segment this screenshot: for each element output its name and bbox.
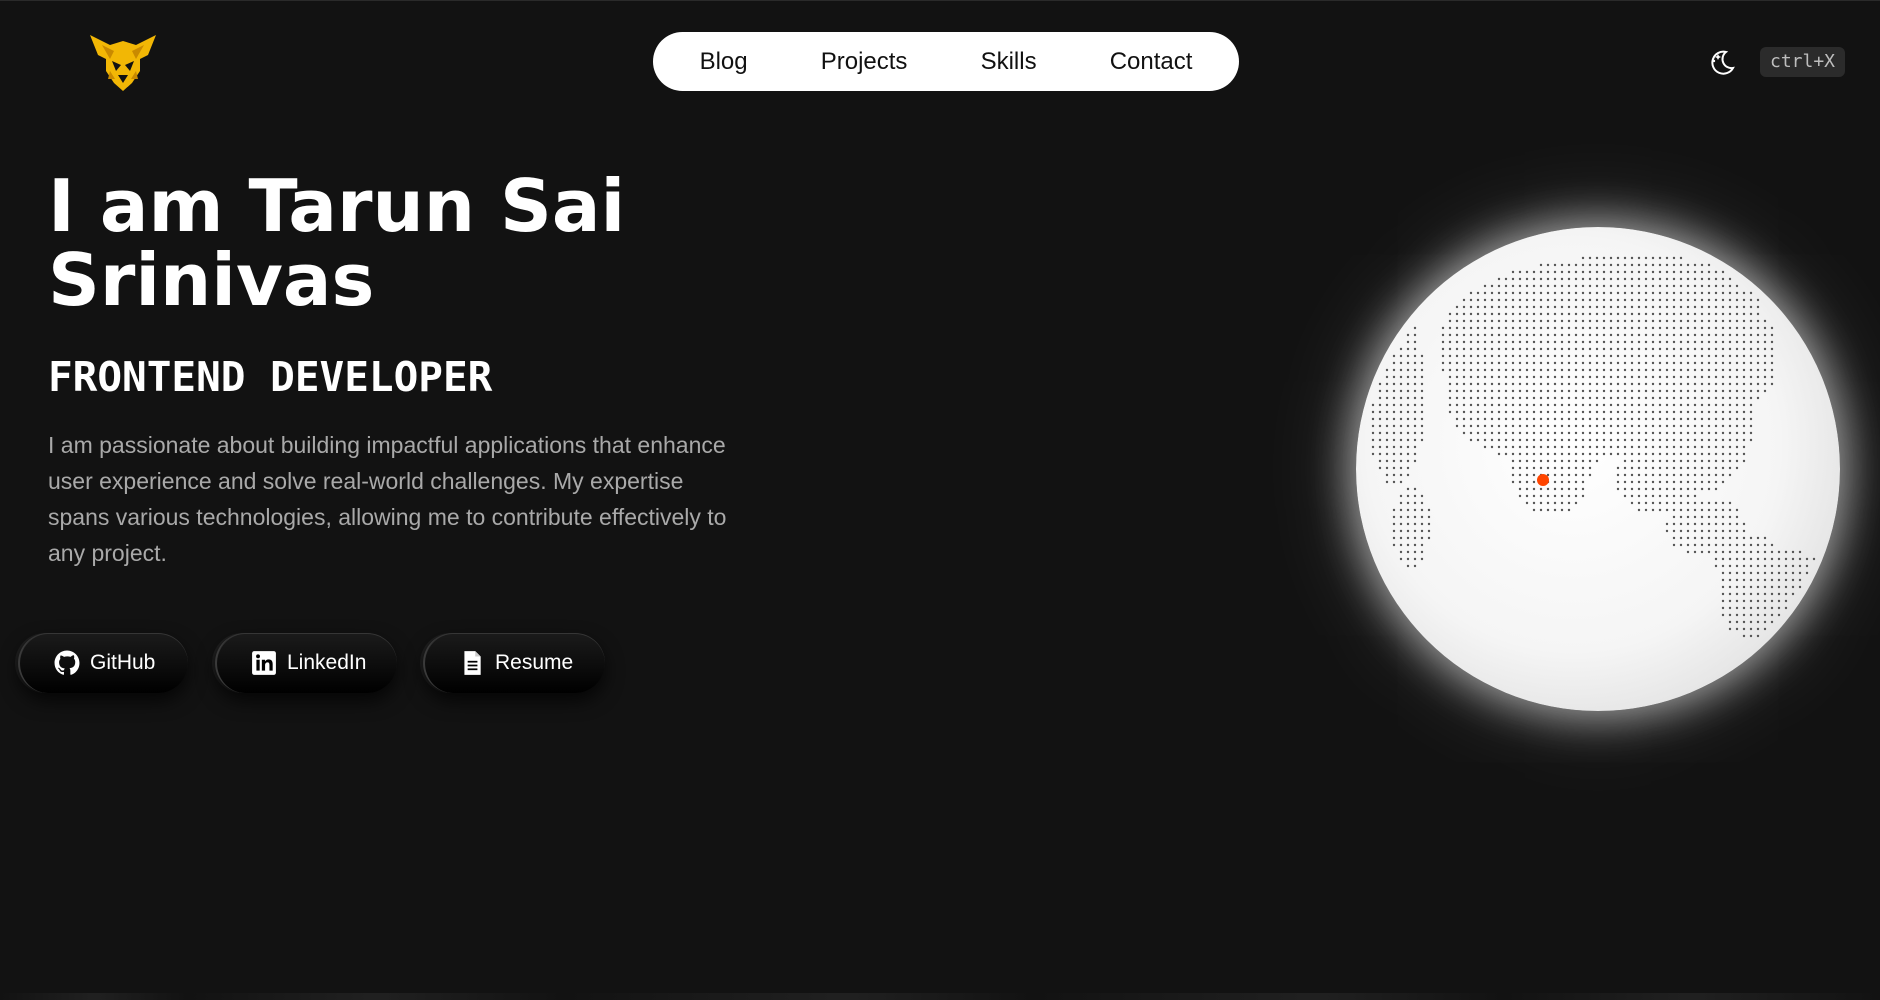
nav-projects[interactable]: Projects: [809, 42, 920, 82]
page: Blog Projects Skills Contact ctrl+X I am…: [0, 0, 1880, 1000]
linkedin-button[interactable]: LinkedIn: [215, 633, 397, 693]
logo[interactable]: [88, 31, 158, 93]
theme-toggle-button[interactable]: [1706, 46, 1738, 78]
moon-stars-icon: [1711, 50, 1735, 75]
resume-label: Resume: [495, 651, 574, 674]
github-button[interactable]: GitHub: [18, 633, 188, 693]
location-marker: [1537, 474, 1549, 486]
hero-subtitle: FRONTEND DEVELOPER: [48, 353, 493, 401]
resume-button[interactable]: Resume: [423, 633, 605, 693]
bottom-divider: [0, 993, 1880, 1000]
globe[interactable]: [1356, 227, 1840, 711]
shortcut-badge: ctrl+X: [1760, 47, 1846, 77]
nav-skills[interactable]: Skills: [969, 42, 1049, 82]
main-nav: Blog Projects Skills Contact: [653, 32, 1239, 91]
github-icon: [54, 650, 80, 676]
hero-title: I am Tarun Sai Srinivas: [48, 164, 626, 322]
linkedin-icon: [251, 650, 277, 676]
tiger-logo-icon: [90, 35, 156, 91]
globe-dots: [1371, 256, 1816, 638]
linkedin-label: LinkedIn: [287, 651, 367, 674]
github-label: GitHub: [90, 651, 156, 674]
document-icon: [459, 650, 485, 676]
nav-blog[interactable]: Blog: [688, 42, 760, 82]
hero-description: I am passionate about building impactful…: [48, 432, 727, 566]
nav-contact[interactable]: Contact: [1098, 42, 1205, 82]
globe-sphere: [1356, 227, 1840, 711]
